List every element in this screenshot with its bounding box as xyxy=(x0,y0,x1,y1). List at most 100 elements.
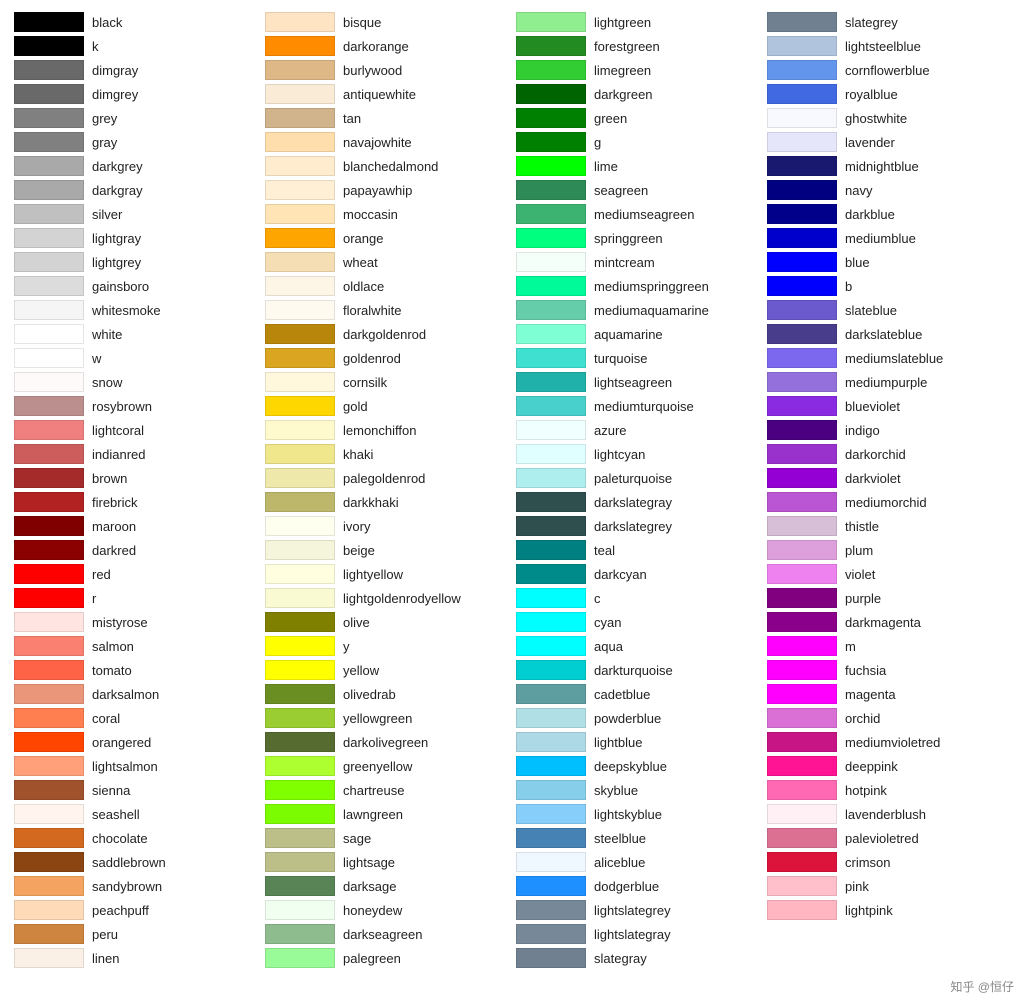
color-swatch xyxy=(14,924,84,944)
color-name-label: thistle xyxy=(845,519,879,534)
color-name-label: cornflowerblue xyxy=(845,63,930,78)
color-row: lightpink xyxy=(763,898,1014,922)
color-swatch xyxy=(14,420,84,440)
color-name-label: beige xyxy=(343,543,375,558)
color-name-label: royalblue xyxy=(845,87,898,102)
color-name-label: lightgrey xyxy=(92,255,141,270)
color-name-label: indianred xyxy=(92,447,146,462)
color-swatch xyxy=(14,204,84,224)
color-name-label: sage xyxy=(343,831,371,846)
color-swatch xyxy=(14,348,84,368)
color-name-label: crimson xyxy=(845,855,891,870)
color-swatch xyxy=(265,588,335,608)
color-row: slategray xyxy=(512,946,763,970)
color-row: burlywood xyxy=(261,58,512,82)
color-name-label: chartreuse xyxy=(343,783,404,798)
color-swatch xyxy=(767,372,837,392)
color-row: powderblue xyxy=(512,706,763,730)
color-row: fuchsia xyxy=(763,658,1014,682)
color-swatch xyxy=(767,108,837,128)
color-swatch xyxy=(516,396,586,416)
color-name-label: darkcyan xyxy=(594,567,647,582)
color-swatch xyxy=(14,84,84,104)
color-row: bisque xyxy=(261,10,512,34)
color-row: dimgrey xyxy=(10,82,261,106)
color-row: royalblue xyxy=(763,82,1014,106)
color-swatch xyxy=(767,612,837,632)
color-row: chartreuse xyxy=(261,778,512,802)
color-name-label: darkviolet xyxy=(845,471,901,486)
color-swatch xyxy=(14,708,84,728)
color-row: salmon xyxy=(10,634,261,658)
color-row: deeppink xyxy=(763,754,1014,778)
color-name-label: ivory xyxy=(343,519,370,534)
color-name-label: orchid xyxy=(845,711,880,726)
color-swatch xyxy=(14,492,84,512)
color-row: blueviolet xyxy=(763,394,1014,418)
color-row: m xyxy=(763,634,1014,658)
color-name-label: aqua xyxy=(594,639,623,654)
color-row: darkorange xyxy=(261,34,512,58)
color-name-label: darkred xyxy=(92,543,136,558)
color-name-label: cadetblue xyxy=(594,687,650,702)
color-name-label: deepskyblue xyxy=(594,759,667,774)
color-swatch xyxy=(767,948,837,968)
color-row: plum xyxy=(763,538,1014,562)
color-name-label: darkgreen xyxy=(594,87,653,102)
color-name-label: cornsilk xyxy=(343,375,387,390)
color-swatch xyxy=(265,228,335,248)
color-row: aqua xyxy=(512,634,763,658)
color-name-label: bisque xyxy=(343,15,381,30)
color-name-label: snow xyxy=(92,375,122,390)
color-name-label: silver xyxy=(92,207,122,222)
color-swatch xyxy=(767,36,837,56)
color-name-label: darksalmon xyxy=(92,687,159,702)
color-name-label: green xyxy=(594,111,627,126)
color-name-label: slategray xyxy=(594,951,647,966)
color-row: khaki xyxy=(261,442,512,466)
color-swatch xyxy=(516,828,586,848)
color-name-label: linen xyxy=(92,951,119,966)
color-name-label: b xyxy=(845,279,852,294)
color-name-label: mediumspringgreen xyxy=(594,279,709,294)
color-swatch xyxy=(516,948,586,968)
color-swatch xyxy=(14,540,84,560)
color-swatch xyxy=(14,588,84,608)
color-name-label: teal xyxy=(594,543,615,558)
color-name-label: white xyxy=(92,327,122,342)
color-row: ghostwhite xyxy=(763,106,1014,130)
color-row: darkgray xyxy=(10,178,261,202)
color-name-label: hotpink xyxy=(845,783,887,798)
color-row: greenyellow xyxy=(261,754,512,778)
color-row: teal xyxy=(512,538,763,562)
color-swatch xyxy=(767,396,837,416)
color-row: seashell xyxy=(10,802,261,826)
color-row: lime xyxy=(512,154,763,178)
color-row: aliceblue xyxy=(512,850,763,874)
color-row: k xyxy=(10,34,261,58)
color-row xyxy=(763,922,1014,946)
color-row: palegoldenrod xyxy=(261,466,512,490)
color-swatch xyxy=(767,60,837,80)
color-row: lightcyan xyxy=(512,442,763,466)
color-row: lavenderblush xyxy=(763,802,1014,826)
color-row: lightcoral xyxy=(10,418,261,442)
color-swatch xyxy=(767,708,837,728)
color-row: azure xyxy=(512,418,763,442)
color-swatch xyxy=(767,444,837,464)
color-row: lawngreen xyxy=(261,802,512,826)
color-swatch xyxy=(767,564,837,584)
color-row: mediumblue xyxy=(763,226,1014,250)
color-row: pink xyxy=(763,874,1014,898)
color-row: slateblue xyxy=(763,298,1014,322)
color-name-label: skyblue xyxy=(594,783,638,798)
color-row: cornsilk xyxy=(261,370,512,394)
color-swatch xyxy=(265,804,335,824)
color-name-label: wheat xyxy=(343,255,378,270)
color-row: mediumslateblue xyxy=(763,346,1014,370)
color-name-label: lightyellow xyxy=(343,567,403,582)
color-row: purple xyxy=(763,586,1014,610)
color-swatch xyxy=(265,660,335,680)
color-name-label: floralwhite xyxy=(343,303,402,318)
color-swatch xyxy=(767,900,837,920)
